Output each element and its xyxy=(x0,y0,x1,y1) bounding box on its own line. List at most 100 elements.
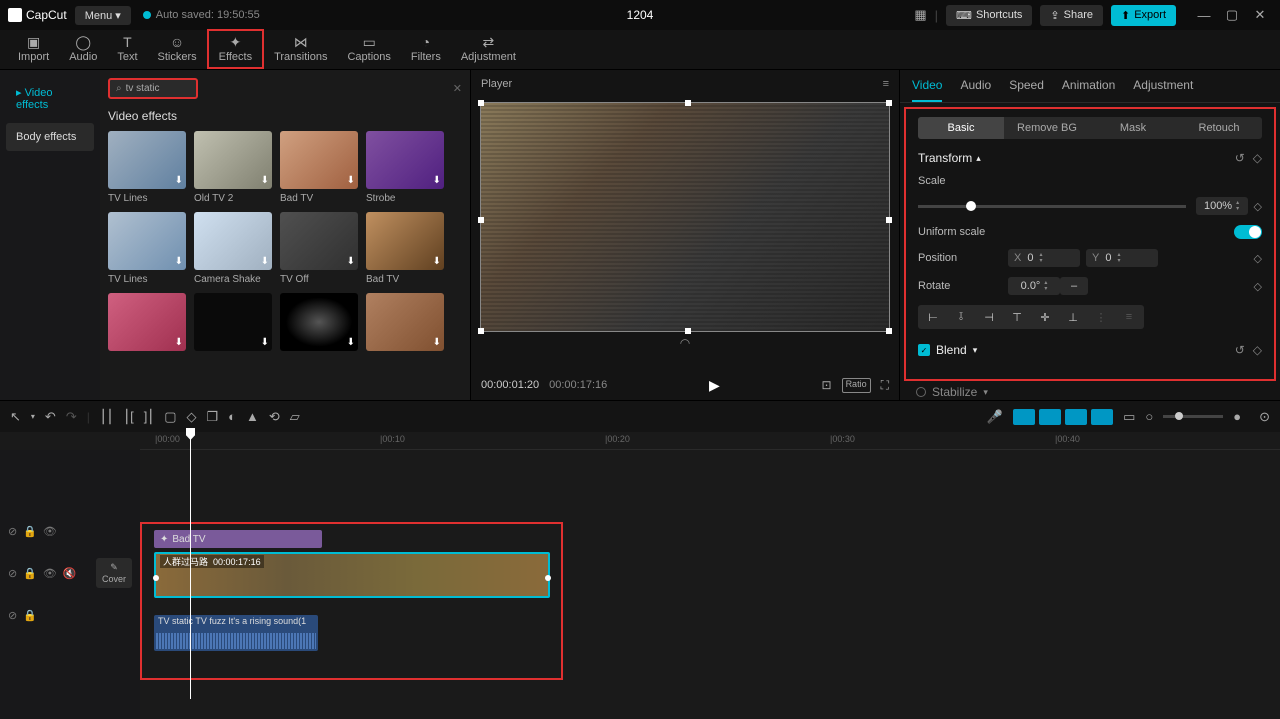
track-area[interactable]: ✦ Bad TV 人群过马路 00:00:17:16 TV static TV … xyxy=(140,450,1280,719)
window-minimize[interactable]: — xyxy=(1192,3,1216,27)
snap-toggle-3[interactable] xyxy=(1065,409,1087,425)
playhead[interactable] xyxy=(190,430,191,699)
select-dropdown[interactable]: ▾ xyxy=(31,412,35,421)
collapse-icon[interactable]: ▾ xyxy=(973,345,978,356)
download-icon[interactable]: ⬇ xyxy=(433,256,441,267)
collapse-icon[interactable]: ▴ xyxy=(976,153,981,164)
tab-effects[interactable]: ✦Effects xyxy=(207,29,264,69)
subtab-retouch[interactable]: Retouch xyxy=(1176,117,1262,139)
split-tool[interactable]: ⎮⎮ xyxy=(100,409,114,425)
visibility-icon[interactable]: 🔒 xyxy=(23,609,37,622)
eye-icon[interactable]: 👁 xyxy=(43,567,57,580)
prop-tab-animation[interactable]: Animation xyxy=(1062,78,1115,102)
ratio-button[interactable]: Ratio xyxy=(842,378,871,393)
effect-item[interactable]: ⬇Bad TV xyxy=(280,131,358,204)
position-y[interactable]: Y0▴▾ xyxy=(1086,249,1158,267)
download-icon[interactable]: ⬇ xyxy=(347,175,355,186)
delete-tool[interactable]: ▢ xyxy=(164,409,176,425)
reset-icon[interactable]: ↺ xyxy=(1235,343,1245,357)
effects-search[interactable]: ⌕ xyxy=(108,78,198,99)
prop-tab-speed[interactable]: Speed xyxy=(1009,78,1044,102)
download-icon[interactable]: ⬇ xyxy=(261,256,269,267)
cover-button[interactable]: ✎Cover xyxy=(96,558,132,588)
zoom-slider[interactable] xyxy=(1163,415,1223,418)
eye-icon[interactable]: 👁 xyxy=(43,525,57,538)
export-button[interactable]: ⬆ Export xyxy=(1111,5,1176,26)
menu-button[interactable]: Menu ▾ xyxy=(75,6,131,25)
share-button[interactable]: ⇪ Share xyxy=(1040,5,1103,26)
subtab-removebg[interactable]: Remove BG xyxy=(1004,117,1090,139)
blend-checkbox[interactable]: ✓ xyxy=(918,344,930,356)
preview-icon[interactable]: ▭ xyxy=(1123,409,1135,425)
tab-transitions[interactable]: ⋈Transitions xyxy=(264,29,337,69)
tab-audio[interactable]: ◯Audio xyxy=(59,29,107,69)
lock-icon[interactable]: ⊘ xyxy=(8,525,17,538)
lock-icon[interactable]: ⊘ xyxy=(8,609,17,622)
timeline-ruler[interactable]: |00:00 |00:10 |00:20 |00:30 |00:40 xyxy=(140,432,1280,450)
tab-adjustment[interactable]: ⇄Adjustment xyxy=(451,29,526,69)
effect-clip[interactable]: ✦ Bad TV xyxy=(154,530,322,548)
stabilize-radio[interactable] xyxy=(916,387,926,397)
effect-item[interactable]: ⬇ xyxy=(366,293,444,351)
download-icon[interactable]: ⬇ xyxy=(433,337,441,348)
effect-item[interactable]: ⬇Camera Shake xyxy=(194,212,272,285)
snap-toggle-4[interactable] xyxy=(1091,409,1113,425)
download-icon[interactable]: ⬇ xyxy=(261,337,269,348)
tab-filters[interactable]: ◔Filters xyxy=(401,29,451,69)
keyframe-icon[interactable]: ◇ xyxy=(1253,151,1262,165)
align-vcenter[interactable]: ✛ xyxy=(1032,307,1058,327)
search-clear[interactable]: ✕ xyxy=(453,82,462,95)
align-right[interactable]: ⊣ xyxy=(976,307,1002,327)
window-maximize[interactable]: ▢ xyxy=(1220,3,1244,27)
align-top[interactable]: ⊤ xyxy=(1004,307,1030,327)
search-input[interactable] xyxy=(126,83,186,94)
collapse-icon[interactable]: ▾ xyxy=(983,387,988,398)
video-clip[interactable]: 人群过马路 00:00:17:16 xyxy=(154,552,550,598)
rotate-value[interactable]: 0.0°▴▾ xyxy=(1008,277,1060,295)
effect-item[interactable]: ⬇ xyxy=(280,293,358,351)
effect-item[interactable]: ⬇ xyxy=(108,293,186,351)
snap-toggle-2[interactable] xyxy=(1039,409,1061,425)
align-bottom[interactable]: ⊥ xyxy=(1060,307,1086,327)
download-icon[interactable]: ⬇ xyxy=(347,337,355,348)
audio-clip[interactable]: TV static TV fuzz It's a rising sound(1 xyxy=(154,615,318,651)
snap-toggle-1[interactable] xyxy=(1013,409,1035,425)
align-left[interactable]: ⊢ xyxy=(920,307,946,327)
freeze-tool[interactable]: ▱ xyxy=(290,409,300,425)
keyframe-icon[interactable]: ◇ xyxy=(1254,280,1262,293)
keyframe-icon[interactable]: ◇ xyxy=(1254,200,1262,213)
position-x[interactable]: X0▴▾ xyxy=(1008,249,1080,267)
reverse-tool[interactable]: ◐ xyxy=(228,409,236,424)
mute-icon[interactable]: 🔇 xyxy=(63,567,77,580)
effect-item[interactable]: ⬇Bad TV xyxy=(366,212,444,285)
tab-import[interactable]: ▣Import xyxy=(8,29,59,69)
lock-icon[interactable]: ⊘ xyxy=(8,567,17,580)
mic-icon[interactable]: 🎤 xyxy=(987,409,1003,425)
tab-text[interactable]: TText xyxy=(107,29,147,69)
subtab-mask[interactable]: Mask xyxy=(1090,117,1176,139)
visibility-icon[interactable]: 🔒 xyxy=(23,525,37,538)
scale-value[interactable]: 100%▴▾ xyxy=(1196,197,1248,215)
uniform-scale-toggle[interactable] xyxy=(1234,225,1262,239)
prop-tab-video[interactable]: Video xyxy=(912,78,942,102)
shortcuts-button[interactable]: ⌨ Shortcuts xyxy=(946,5,1032,26)
play-button[interactable]: ▶ xyxy=(709,377,720,394)
download-icon[interactable]: ⬇ xyxy=(175,337,183,348)
tab-stickers[interactable]: ☺Stickers xyxy=(148,29,207,69)
reset-icon[interactable]: ↺ xyxy=(1235,151,1245,165)
layout-icon[interactable]: ▦ xyxy=(914,7,926,23)
visibility-icon[interactable]: 🔒 xyxy=(23,567,37,580)
keyframe-icon[interactable]: ◇ xyxy=(1254,252,1262,265)
video-preview[interactable] xyxy=(480,102,890,332)
align-hcenter[interactable]: ⫱ xyxy=(948,307,974,327)
copy-tool[interactable]: ❐ xyxy=(206,409,218,425)
download-icon[interactable]: ⬇ xyxy=(347,256,355,267)
trim-right[interactable]: ]⎮ xyxy=(144,409,154,425)
keyframe-icon[interactable]: ◇ xyxy=(1253,343,1262,357)
player-menu-icon[interactable]: ≡ xyxy=(883,78,889,90)
category-body-effects[interactable]: Body effects xyxy=(6,123,94,151)
scale-slider[interactable] xyxy=(918,205,1186,208)
effect-item[interactable]: ⬇Strobe xyxy=(366,131,444,204)
subtab-basic[interactable]: Basic xyxy=(918,117,1004,139)
category-video-effects[interactable]: ▸ Video effects xyxy=(6,78,94,119)
